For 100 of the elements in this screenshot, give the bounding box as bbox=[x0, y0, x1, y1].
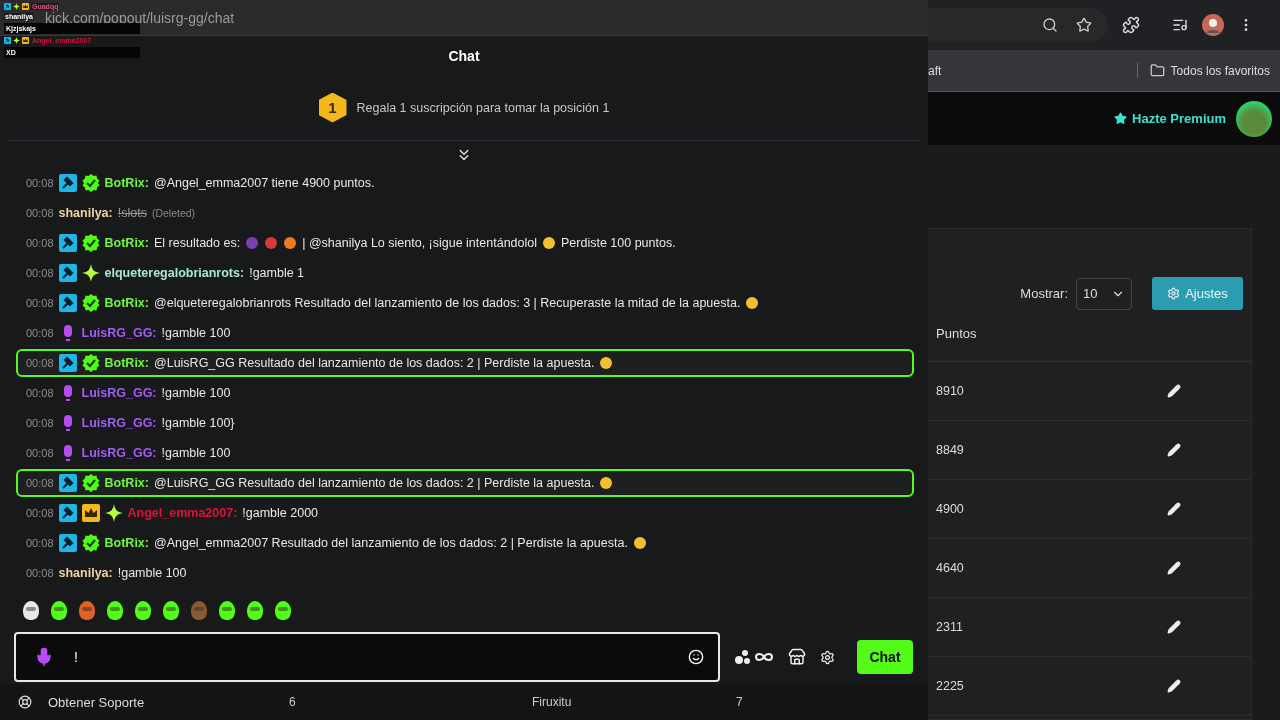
message-text: !gamble 1 bbox=[249, 266, 305, 280]
chat-username[interactable]: BotRix: bbox=[104, 296, 149, 310]
support-icon bbox=[18, 695, 32, 709]
chat-username[interactable]: LuisRG_GG: bbox=[81, 416, 157, 430]
chat-username[interactable]: BotRix: bbox=[104, 176, 149, 190]
hammer-badge-icon bbox=[58, 354, 77, 372]
chat-username[interactable]: LuisRG_GG: bbox=[81, 446, 157, 460]
verified-badge-icon bbox=[81, 174, 100, 192]
edit-icon[interactable] bbox=[1167, 561, 1181, 575]
points-cell: 8910 bbox=[936, 384, 964, 398]
profile-avatar[interactable] bbox=[1202, 14, 1224, 36]
message-time: 00:08 bbox=[26, 537, 54, 549]
emote-icon[interactable] bbox=[104, 599, 126, 621]
chat-username[interactable]: LuisRG_GG: bbox=[81, 386, 157, 400]
star-icon bbox=[1114, 112, 1128, 125]
emote-icon[interactable] bbox=[132, 599, 154, 621]
edit-icon[interactable] bbox=[1167, 443, 1181, 457]
message-text: !gamble 100 bbox=[161, 386, 231, 400]
message-time: 00:08 bbox=[26, 387, 54, 399]
message-text: Perdiste 100 puntos. bbox=[561, 236, 676, 250]
message-text: !gamble 100 bbox=[161, 326, 231, 340]
points-cell: 2225 bbox=[936, 679, 964, 693]
chat-input[interactable]: ! bbox=[72, 642, 670, 672]
message-time: 00:08 bbox=[26, 237, 54, 249]
edit-icon[interactable] bbox=[1167, 679, 1181, 693]
message-time: 00:08 bbox=[26, 477, 54, 489]
store-icon[interactable] bbox=[788, 648, 806, 666]
emote-icon[interactable] bbox=[272, 599, 294, 621]
hammer-badge-icon bbox=[58, 174, 77, 192]
bookmark-link[interactable]: aft bbox=[928, 63, 942, 78]
verified-badge-icon bbox=[81, 474, 100, 492]
hammer-badge-icon bbox=[58, 264, 77, 282]
chat-username[interactable]: BotRix: bbox=[104, 536, 149, 550]
edit-icon[interactable] bbox=[1167, 620, 1181, 634]
hammer-badge-icon bbox=[4, 37, 11, 44]
emote-icon[interactable] bbox=[244, 599, 266, 621]
message-text: !gamble 100 bbox=[161, 446, 231, 460]
sidebar-item[interactable]: Obtener Soporte bbox=[32, 694, 227, 710]
chat-username[interactable]: LuisRG_GG: bbox=[81, 326, 157, 340]
message-text: @LuisRG_GG Resultado del lanzamiento de los dados: 2 | Perdiste la apuesta. bbox=[154, 356, 595, 370]
chat-send-button[interactable]: Chat bbox=[857, 640, 913, 674]
hammer-badge-icon bbox=[58, 504, 77, 522]
emote-icon[interactable] bbox=[160, 599, 182, 621]
rank-badge: 1 bbox=[318, 92, 347, 123]
folder-icon bbox=[1149, 63, 1165, 78]
points-icon[interactable] bbox=[734, 647, 774, 667]
message-time: 00:08 bbox=[26, 327, 54, 339]
emoji-icon[interactable] bbox=[688, 649, 704, 665]
chat-username[interactable]: BotRix: bbox=[104, 356, 149, 370]
chat-username[interactable]: BotRix: bbox=[104, 236, 149, 250]
points-cell: 2311 bbox=[936, 620, 963, 634]
column-header: Puntos bbox=[928, 310, 1251, 362]
hammer-badge-icon bbox=[4, 3, 11, 10]
chat-title: Chat bbox=[448, 47, 480, 64]
emote-icon[interactable] bbox=[216, 599, 238, 621]
settings-icon[interactable] bbox=[820, 649, 835, 665]
deleted-label: (Deleted) bbox=[151, 207, 196, 219]
message-text: @LuisRG_GG Resultado del lanzamiento de los dados: 2 | Perdiste la apuesta. bbox=[154, 476, 595, 490]
user-avatar[interactable] bbox=[1236, 100, 1272, 137]
media-icon[interactable] bbox=[1172, 17, 1188, 33]
table-cell-text: 6 bbox=[288, 695, 297, 709]
message-text: !gamble 2000 bbox=[242, 506, 319, 520]
bookmarks-folder[interactable]: Todos los favoritos bbox=[1170, 63, 1270, 78]
star-icon[interactable] bbox=[1076, 17, 1092, 33]
hammer-badge-icon bbox=[58, 534, 77, 552]
crown-badge-icon bbox=[22, 3, 29, 10]
hammer-badge-icon bbox=[58, 294, 77, 312]
extensions-icon[interactable] bbox=[1122, 16, 1140, 34]
message-time: 00:08 bbox=[26, 357, 54, 369]
premium-text: Hazte Premium bbox=[1132, 111, 1226, 126]
message-text: | @shanilya Lo siento, ¡sigue intentándolol bbox=[302, 236, 537, 250]
chat-username[interactable]: BotRix: bbox=[104, 476, 149, 490]
message-text: @Angel_emma2007 Resultado del lanzamiento de los dados: 2 | Perdiste la apuesta. bbox=[154, 536, 628, 550]
edit-icon[interactable] bbox=[1167, 384, 1181, 398]
emote-icon[interactable] bbox=[20, 599, 42, 621]
search-icon[interactable] bbox=[1042, 17, 1058, 33]
message-time: 00:08 bbox=[26, 567, 54, 579]
verified-badge-icon bbox=[81, 354, 100, 372]
sparkle-badge-icon bbox=[81, 264, 100, 282]
chat-username[interactable]: shanilya: bbox=[58, 206, 113, 220]
chat-username[interactable]: shanilya: bbox=[58, 566, 113, 580]
message-text: !slots bbox=[117, 206, 147, 220]
message-box[interactable]: ! bbox=[14, 632, 720, 682]
chat-username[interactable]: elqueteregalobrianrots: bbox=[104, 266, 245, 280]
emote-icon[interactable] bbox=[48, 599, 70, 621]
edit-icon[interactable] bbox=[1167, 502, 1181, 516]
message-text: !gamble 100 bbox=[117, 566, 187, 580]
page-size-select[interactable]: 10 bbox=[1076, 277, 1132, 310]
message-text: !gamble 100} bbox=[161, 416, 235, 430]
sparkle-badge-icon bbox=[13, 3, 20, 10]
table-cell-text: Firuxitu bbox=[532, 695, 573, 709]
verified-badge-icon bbox=[81, 534, 100, 552]
show-label: Mostrar: bbox=[1020, 286, 1068, 301]
hammer-badge-icon bbox=[58, 234, 77, 252]
pinned-message: Regala 1 suscripción para tomar la posición 1 bbox=[356, 100, 610, 115]
microphone-icon[interactable] bbox=[34, 647, 54, 667]
message-time: 00:08 bbox=[26, 177, 54, 189]
hammer-badge-icon bbox=[58, 474, 77, 492]
message-time: 00:08 bbox=[26, 417, 54, 429]
message-time: 00:08 bbox=[26, 297, 54, 309]
